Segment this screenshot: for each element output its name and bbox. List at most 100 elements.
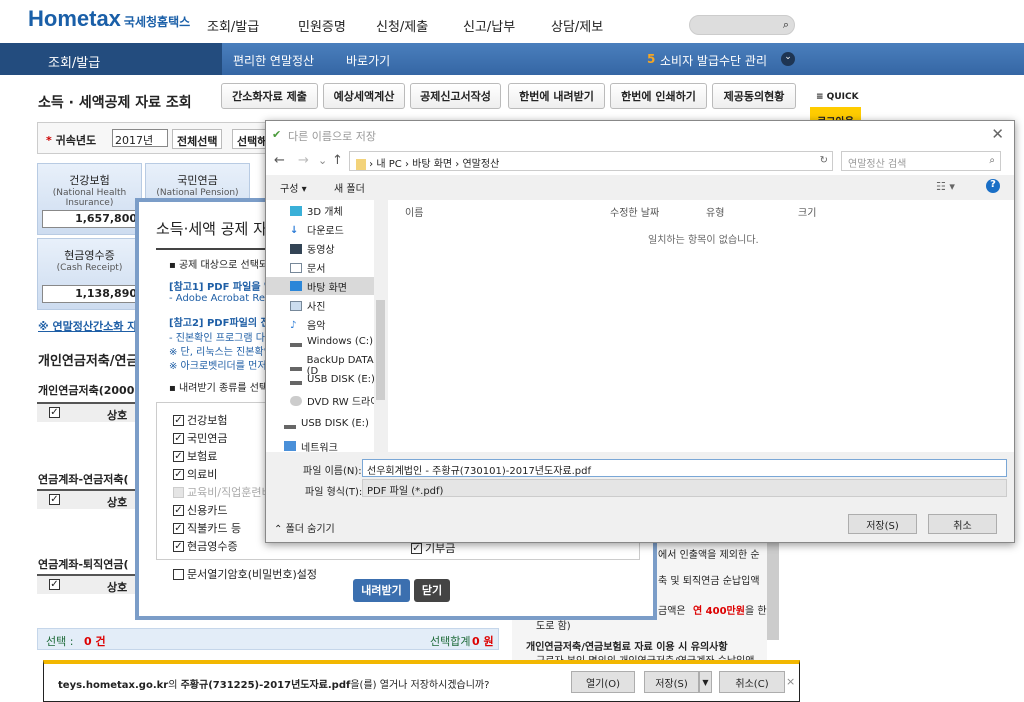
search-icon[interactable]: ⌕ (783, 18, 789, 32)
open-button[interactable]: 열기(O) (571, 671, 635, 693)
card-health[interactable]: 건강보험 (National Health Insurance) 1,657,800 (37, 163, 142, 235)
dialog-title: 다른 이름으로 저장 (288, 130, 376, 143)
tree-scrollbar[interactable] (374, 200, 388, 452)
estimate-button[interactable]: 예상세액계산 (323, 83, 405, 109)
tree-usb[interactable]: USB DISK (E:) (284, 418, 369, 429)
close-icon[interactable]: × (786, 675, 795, 688)
close-icon[interactable]: ✕ (991, 125, 1004, 143)
form-button[interactable]: 공제신고서작성 (410, 83, 501, 109)
nav-bar: 조회/발급 편리한 연말정산 바로가기 5 소비자 발급수단 관리 ⌄ (0, 43, 1024, 75)
address-bar[interactable]: › 내 PC › 바탕 화면 › 연말정산 ↻ (349, 151, 833, 171)
tree-desktop[interactable]: 바탕 화면 (266, 277, 374, 295)
breadcrumb-shortcut[interactable]: 바로가기 (346, 52, 390, 69)
download-message: teys.hometax.go.kr의 주황규(731225)-2017년도자료… (58, 680, 490, 691)
cancel-button[interactable]: 취소 (928, 514, 997, 534)
breadcrumb-yearend[interactable]: 편리한 연말정산 (233, 52, 314, 69)
ref1-text: [참고1] PDF 파일을 열 (169, 282, 274, 293)
menu-inquiry[interactable]: 조회/발급 (207, 16, 259, 35)
filetype-select[interactable]: PDF 파일 (*.pdf) (362, 479, 1007, 497)
organize-button[interactable]: 구성 ▾ (280, 180, 307, 195)
cancel-download-button[interactable]: 취소(C) (719, 671, 785, 693)
submit-button[interactable]: 간소화자료 제출 (221, 83, 318, 109)
modal-text: ▪ 내려받기 종류를 선택 (169, 383, 269, 394)
quick-label: ≡ QUICK (816, 92, 859, 102)
ref2-line: ※ 단, 리눅스는 진본확인 (169, 347, 273, 358)
download-button[interactable]: 내려받기 (353, 579, 410, 602)
sub-retirement-pension: 연금계좌-퇴직연금( (38, 558, 129, 571)
ref1-link[interactable]: - Adobe Acrobat Rea (169, 293, 271, 304)
save-as-dialog: ✔ 다른 이름으로 저장 ✕ ← → ⌄ ↑ › 내 PC › 바탕 화면 › … (265, 120, 1015, 543)
table-header: ✓ 상호 (37, 402, 137, 422)
select-all-button[interactable]: 전체선택 (172, 129, 223, 149)
print-all-button[interactable]: 한번에 인쇄하기 (610, 83, 707, 109)
forward-icon[interactable]: → (298, 153, 309, 168)
column-name[interactable]: 이름 (405, 204, 423, 219)
menu-certificate[interactable]: 민원증명 (298, 16, 346, 35)
file-list[interactable]: 이름 수정한 날짜 유형 크기 일치하는 항목이 없습니다. (388, 200, 1014, 452)
checkbox-medical[interactable]: ✓ 의료비 (173, 466, 217, 482)
checkbox-pension[interactable]: ✓ 국민연금 (173, 430, 227, 446)
save-options-dropdown[interactable]: ▼ (699, 671, 712, 693)
column-type[interactable]: 유형 (706, 204, 724, 219)
tree-drive-e[interactable]: USB DISK (E:) (290, 374, 375, 385)
column-size[interactable]: 크기 (798, 204, 816, 219)
hide-folders-toggle[interactable]: ⌃ 폴더 숨기기 (274, 520, 335, 535)
tree-dvd[interactable]: DVD RW 드라이 (290, 393, 379, 408)
tree-network[interactable]: 네트워크 (284, 440, 338, 452)
tree-downloads[interactable]: ↓ 다운로드 (290, 222, 344, 238)
guide-link[interactable]: ※ 연말정산간소화 자 (38, 318, 137, 334)
checkbox-health[interactable]: ✓ 건강보험 (173, 412, 227, 428)
checkbox-insurance[interactable]: ✓ 보험료 (173, 448, 217, 464)
hometax-logo[interactable]: Hometax 국세청홈택스 (28, 6, 190, 32)
refresh-icon[interactable]: ↻ (820, 155, 828, 166)
tree-music[interactable]: ♪ 음악 (290, 317, 325, 333)
tree-drive-c[interactable]: Windows (C:) (290, 336, 373, 347)
modal-text: ▪ 공제 대상으로 선택되 (169, 260, 269, 271)
ref2-line: - 진본확인 프로그램 다 (169, 333, 265, 344)
chevron-down-icon[interactable]: ⌄ (781, 52, 795, 66)
logo-text: Hometax (28, 6, 121, 31)
up-icon[interactable]: ↑ (332, 153, 343, 168)
checkbox-debit-card[interactable]: ✓ 직불카드 등 (173, 520, 241, 536)
menu-apply[interactable]: 신청/제출 (376, 16, 428, 35)
close-button[interactable]: 닫기 (414, 579, 450, 602)
menu-consult[interactable]: 상담/제보 (551, 16, 603, 35)
modal-title: 소득·세액 공제 자료 (156, 220, 281, 238)
checkbox-password[interactable]: 문서열기암호(비밀번호)설정 (173, 566, 317, 582)
scrollbar[interactable] (767, 540, 779, 640)
ref2-text: [참고2] PDF파일의 진 (169, 318, 270, 329)
back-icon[interactable]: ← (274, 153, 285, 168)
year-select[interactable]: 2017년 (112, 129, 168, 147)
search-input[interactable]: ⌕ (689, 15, 795, 35)
section-title: 개인연금저축/연금 (38, 354, 139, 369)
menu-report[interactable]: 신고/납부 (463, 16, 515, 35)
checkbox-education[interactable]: 교육비/직업훈련비 (173, 484, 272, 500)
save-button[interactable]: 저장(S) (848, 514, 917, 534)
header: Hometax 국세청홈택스 조회/발급 민원증명 신청/제출 신고/납부 상담/… (0, 0, 1024, 42)
new-folder-button[interactable]: 새 폴더 (334, 180, 365, 195)
column-date[interactable]: 수정한 날짜 (610, 204, 659, 219)
nav-menu[interactable]: 조회/발급 (48, 52, 100, 71)
download-all-button[interactable]: 한번에 내려받기 (508, 83, 605, 109)
search-folder-input[interactable]: 연말정산 검색 ⌕ (841, 151, 1001, 171)
logo-sub: 국세청홈택스 (123, 15, 191, 29)
checkbox-cash-receipt[interactable]: ✓ 현금영수증 (173, 538, 238, 554)
checkbox-credit-card[interactable]: ✓ 신용카드 (173, 502, 227, 518)
table-header: ✓ 상호 (37, 574, 137, 594)
help-icon[interactable]: ? (986, 179, 1000, 193)
empty-message: 일치하는 항목이 없습니다. (648, 235, 759, 246)
tree-3d[interactable]: 3D 개체 (290, 203, 343, 218)
sum-value: 0 원 (472, 635, 494, 648)
selected-count: 0 건 (84, 635, 106, 648)
notice-text[interactable]: 소비자 발급수단 관리 (660, 52, 767, 69)
tree-videos[interactable]: 동영상 (290, 241, 335, 256)
save-download-button[interactable]: 저장(S) (644, 671, 699, 693)
consent-button[interactable]: 제공동의현황 (712, 83, 796, 109)
filename-input[interactable]: 선우회계법인 - 주황규(730101)-2017년도자료.pdf (362, 459, 1007, 477)
sub-personal-pension: 개인연금저축(2000 (38, 384, 135, 397)
view-options-icon[interactable]: ☷ ▾ (936, 180, 955, 193)
tree-pictures[interactable]: 사진 (290, 298, 325, 313)
recent-icon[interactable]: ⌄ (318, 154, 327, 167)
card-cash-receipt[interactable]: 현금영수증 (Cash Receipt) 1,138,890 (37, 238, 142, 310)
tree-documents[interactable]: 문서 (290, 260, 325, 275)
